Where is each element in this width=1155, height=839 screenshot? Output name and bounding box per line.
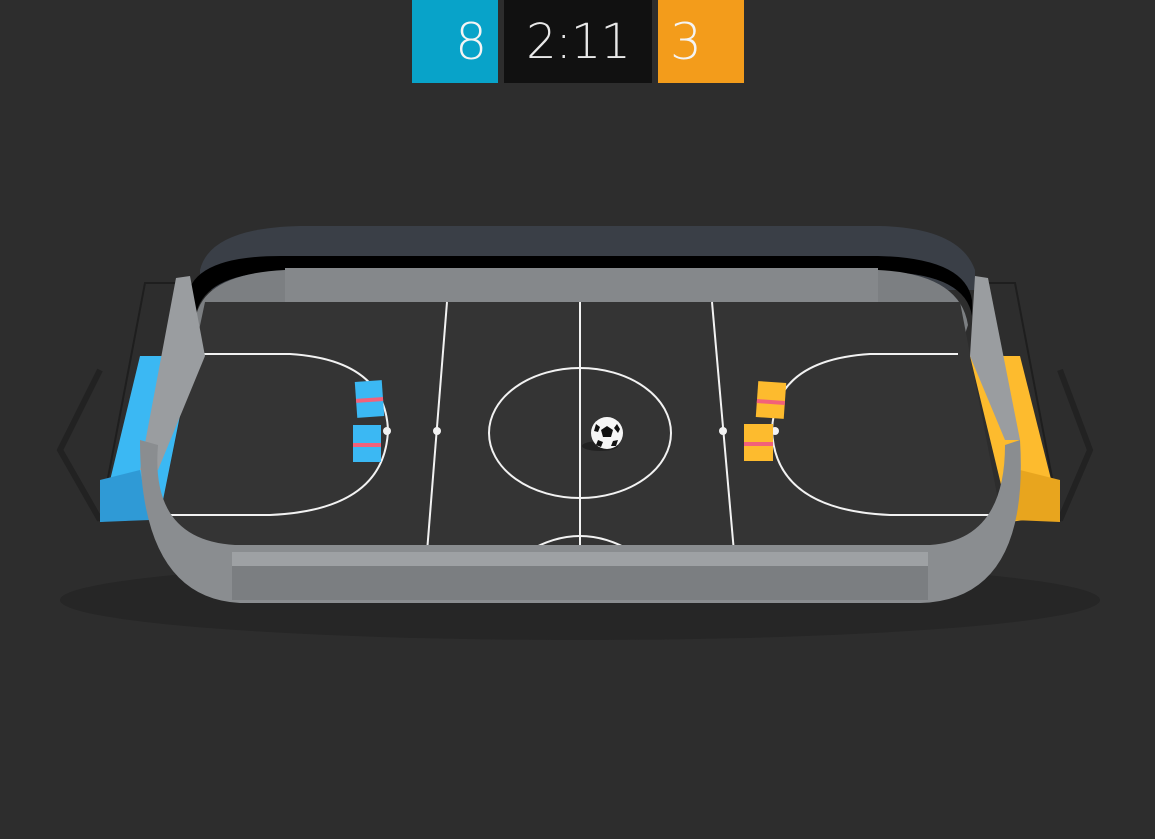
orange-team-score: 3 bbox=[658, 0, 744, 83]
back-wall-face bbox=[285, 268, 878, 302]
front-wall-top bbox=[232, 552, 928, 566]
front-wall-face bbox=[232, 566, 928, 600]
blue-penalty-spot bbox=[383, 427, 391, 435]
blue-player-2 bbox=[353, 425, 381, 462]
blue-player-1 bbox=[354, 380, 385, 418]
orange-player-1 bbox=[755, 381, 787, 419]
blue-team-score: 8 bbox=[412, 0, 498, 83]
blue-goal-frame-shadow bbox=[56, 368, 103, 522]
left-spot bbox=[433, 427, 441, 435]
right-spot bbox=[719, 427, 727, 435]
scoreboard: 8 2:11 3 bbox=[412, 0, 744, 83]
match-timer: 2:11 bbox=[504, 0, 652, 83]
arena-scene bbox=[56, 226, 1100, 640]
orange-player-2 bbox=[744, 424, 773, 461]
orange-goal-frame-shadow bbox=[1057, 368, 1094, 522]
game-stage: 8 2:11 3 bbox=[0, 0, 1155, 839]
